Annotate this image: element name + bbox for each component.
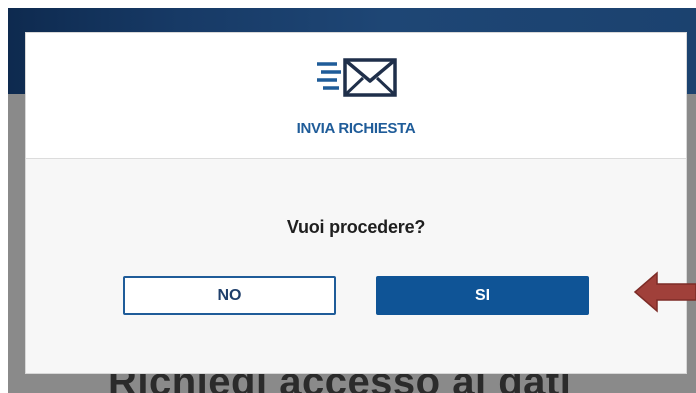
dialog-header: INVIA RICHIESTA (26, 33, 686, 159)
no-button[interactable]: NO (123, 276, 336, 315)
confirm-question: Vuoi procedere? (286, 217, 426, 237)
send-envelope-icon (317, 58, 397, 97)
left-arrow-icon (633, 271, 696, 313)
dialog-title: INVIA RICHIESTA (296, 120, 416, 137)
si-button[interactable]: SI (376, 276, 589, 315)
confirm-dialog: INVIA RICHIESTA Vuoi procedere? NO SI (25, 32, 687, 374)
